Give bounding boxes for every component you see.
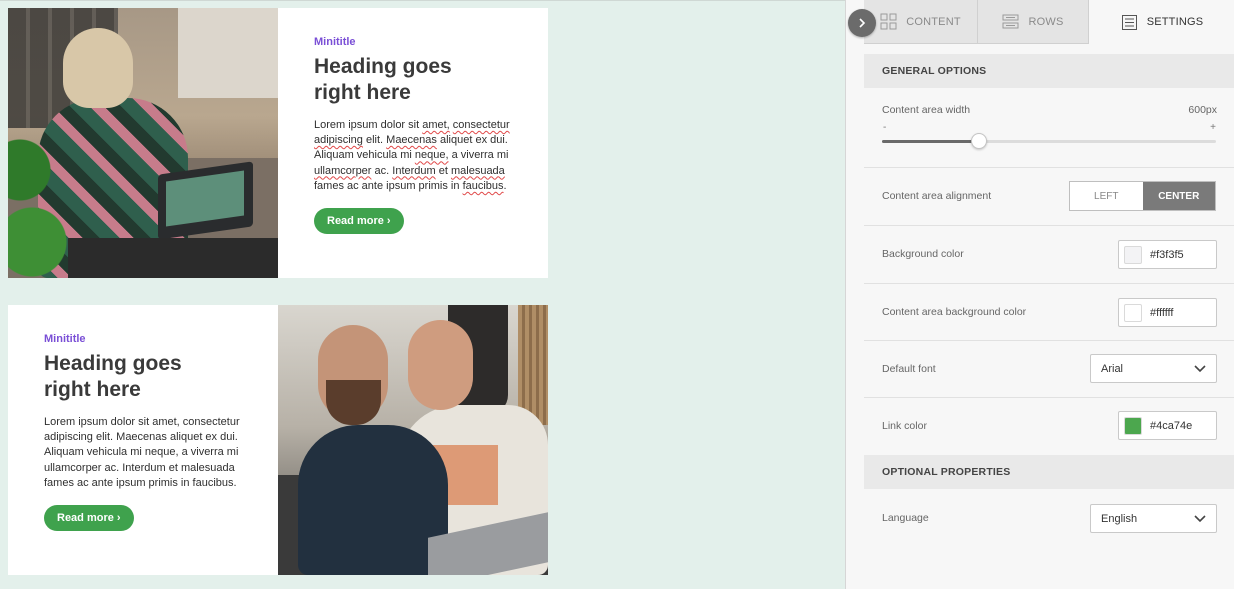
color-swatch[interactable]: [1124, 416, 1142, 435]
optional-properties-header: OPTIONAL PROPERTIES: [864, 455, 1234, 489]
background-color-input[interactable]: #f3f3f5: [1118, 240, 1217, 269]
tab-rows[interactable]: ROWS: [978, 0, 1089, 44]
slider-thumb[interactable]: [971, 133, 987, 149]
slider-min-label: -: [883, 122, 887, 133]
block-body-text: Lorem ipsum dolor sit amet, consectetur …: [44, 416, 240, 489]
read-more-button[interactable]: Read more ›: [44, 505, 134, 532]
general-options-header: GENERAL OPTIONS: [864, 54, 1234, 88]
content-block-2[interactable]: Minititle Heading goes right here Lorem i…: [8, 305, 548, 575]
content-width-row: Content area width 600px - +: [864, 88, 1234, 168]
align-left-button[interactable]: LEFT: [1070, 182, 1143, 210]
block-2-text: Minititle Heading goes right here Lorem i…: [8, 305, 278, 575]
block-body-text: Lorem ipsum dolor sit amet, consectetur …: [314, 119, 510, 192]
chevron-right-icon: [859, 18, 866, 28]
settings-icon: [1121, 14, 1137, 30]
read-more-button[interactable]: Read more ›: [314, 208, 404, 235]
grid-icon: [880, 13, 897, 30]
alignment-row: Content area alignment LEFT CENTER: [864, 168, 1234, 226]
tab-settings[interactable]: SETTINGS: [1089, 0, 1234, 44]
block-1-text: Minititle Heading goes right here Lorem i…: [278, 8, 548, 278]
alignment-toggle: LEFT CENTER: [1069, 181, 1216, 211]
default-font-select[interactable]: Arial: [1090, 354, 1217, 383]
content-width-value: 600px: [1188, 104, 1217, 116]
rows-icon: [1002, 14, 1019, 29]
minititle: Minititle: [44, 333, 86, 345]
default-font-label: Default font: [882, 363, 936, 375]
content-bg-color-input[interactable]: #ffffff: [1118, 298, 1217, 327]
alignment-label: Content area alignment: [882, 190, 992, 202]
tab-content[interactable]: CONTENT: [864, 0, 978, 44]
slider-fill: [882, 140, 979, 143]
link-color-row: Link color #4ca74e: [864, 398, 1234, 455]
link-color-input[interactable]: #4ca74e: [1118, 411, 1217, 440]
align-center-button[interactable]: CENTER: [1142, 182, 1215, 210]
minititle: Minititle: [314, 36, 356, 48]
content-width-slider[interactable]: [882, 133, 1216, 149]
block-heading: Heading goes right here: [314, 55, 452, 104]
panel-tabs: CONTENT ROWS SETTINGS: [864, 0, 1234, 44]
slider-max-label: +: [1210, 122, 1216, 133]
content-block-1[interactable]: Minititle Heading goes right here Lorem i…: [8, 8, 548, 278]
chevron-down-icon: [1194, 364, 1206, 372]
language-label: Language: [882, 512, 929, 524]
color-swatch[interactable]: [1124, 245, 1142, 264]
two-men-photo: [278, 305, 548, 575]
content-bg-color-row: Content area background color #ffffff: [864, 284, 1234, 341]
background-color-label: Background color: [882, 248, 964, 260]
background-color-row: Background color #f3f3f5: [864, 226, 1234, 284]
language-row: Language English: [864, 489, 1234, 547]
language-select[interactable]: English: [1090, 504, 1217, 533]
chevron-down-icon: [1194, 514, 1206, 522]
content-width-label: Content area width: [882, 104, 971, 116]
email-canvas: Minititle Heading goes right here Lorem i…: [0, 0, 845, 589]
collapse-panel-button[interactable]: [848, 9, 876, 37]
woman-laptop-photo: [8, 8, 278, 278]
link-color-label: Link color: [882, 420, 927, 432]
block-heading: Heading goes right here: [44, 352, 182, 401]
settings-panel: CONTENT ROWS SETTINGS GENERAL OPTIONS Co…: [845, 0, 1234, 589]
color-swatch[interactable]: [1124, 303, 1142, 322]
content-bg-color-label: Content area background color: [882, 306, 1027, 318]
default-font-row: Default font Arial: [864, 341, 1234, 398]
